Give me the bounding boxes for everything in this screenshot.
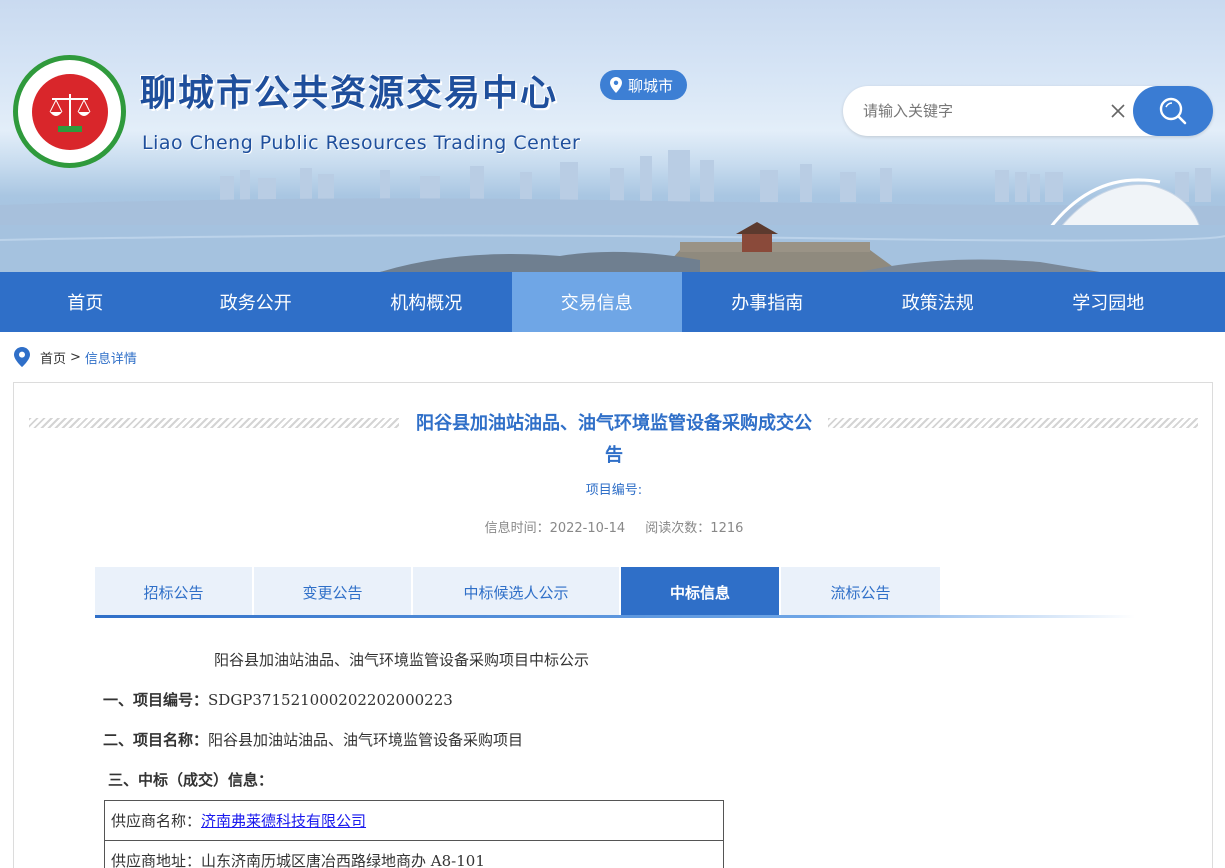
table-cell: 供应商名称：济南弗莱德科技有限公司 xyxy=(104,800,724,841)
info-time: 信息时间：2022-10-14 xyxy=(484,521,626,536)
tab-tender-notice[interactable]: 招标公告 xyxy=(95,567,254,617)
table-cell: 供应商地址：山东济南历城区唐冶西路绿地商办 A8-101 xyxy=(104,840,724,868)
nav-item-trading-info[interactable]: 交易信息 xyxy=(511,272,682,332)
award-info-heading: 三、中标（成交）信息： xyxy=(108,771,274,789)
tab-change-notice[interactable]: 变更公告 xyxy=(254,567,413,617)
scales-emblem-icon xyxy=(31,73,108,150)
header-banner: 聊城市公共资源交易中心 Liao Cheng Public Resources … xyxy=(0,0,1225,272)
search-bar xyxy=(843,86,1213,136)
article-meta: 信息时间：2022-10-14 阅读次数：1216 xyxy=(14,517,1214,536)
content-heading: 阳谷县加油站油品、油气环境监管设备采购项目中标公示 xyxy=(214,651,590,669)
read-count: 阅读次数：1216 xyxy=(645,521,744,536)
supplier-name-label: 供应商名称： xyxy=(111,812,202,830)
project-number-line: 一、项目编号：SDGP371521000202202000223 xyxy=(103,689,453,710)
site-logo[interactable] xyxy=(13,55,126,168)
award-info-table: 供应商名称：济南弗莱德科技有限公司 供应商地址：山东济南历城区唐冶西路绿地商办 … xyxy=(104,800,724,868)
table-row: 供应商名称：济南弗莱德科技有限公司 xyxy=(104,800,724,841)
city-selector[interactable]: 聊城市 xyxy=(600,70,688,100)
tab-award-info[interactable]: 中标信息 xyxy=(621,567,781,617)
article-container: 阳谷县加油站油品、油气环境监管设备采购成交公 告 项目编号: 信息时间：2022… xyxy=(13,382,1213,868)
main-nav: 首页 政务公开 机构概况 交易信息 办事指南 政策法规 学习园地 xyxy=(0,272,1225,332)
nav-item-government-affairs[interactable]: 政务公开 xyxy=(171,272,342,332)
project-name-key: 二、项目名称： xyxy=(103,731,209,749)
search-button[interactable] xyxy=(1133,86,1213,136)
table-row: 供应商地址：山东济南历城区唐冶西路绿地商办 A8-101 xyxy=(104,840,724,868)
breadcrumb-current: 信息详情 xyxy=(84,351,137,367)
nav-item-organization[interactable]: 机构概况 xyxy=(341,272,512,332)
project-number-value: SDGP371521000202202000223 xyxy=(208,691,453,709)
search-input[interactable] xyxy=(863,86,1103,136)
tab-candidate-notice[interactable]: 中标候选人公示 xyxy=(413,567,621,617)
title-stripe-right xyxy=(828,418,1198,428)
search-icon xyxy=(1159,97,1187,125)
city-name: 聊城市 xyxy=(628,76,674,95)
tab-failed-bid[interactable]: 流标公告 xyxy=(781,567,940,617)
supplier-address-label: 供应商地址： xyxy=(111,852,202,868)
supplier-name-link[interactable]: 济南弗莱德科技有限公司 xyxy=(201,812,366,830)
site-subtitle: Liao Cheng Public Resources Trading Cent… xyxy=(142,132,581,154)
location-pin-icon xyxy=(610,77,622,93)
tabs-underline xyxy=(95,615,1135,618)
title-stripe-left xyxy=(29,418,399,428)
article-title: 阳谷县加油站油品、油气环境监管设备采购成交公 告 xyxy=(416,413,812,466)
site-title: 聊城市公共资源交易中心 xyxy=(140,72,559,114)
breadcrumb-separator: > xyxy=(70,349,81,365)
project-number-key: 一、项目编号： xyxy=(103,691,209,709)
nav-item-policies[interactable]: 政策法规 xyxy=(853,272,1024,332)
breadcrumb-home[interactable]: 首页 xyxy=(40,348,66,367)
nav-item-learning[interactable]: 学习园地 xyxy=(1023,272,1194,332)
project-number-label: 项目编号: xyxy=(585,483,643,498)
clear-icon[interactable] xyxy=(1109,102,1127,120)
location-pin-icon xyxy=(14,347,30,367)
nav-item-home[interactable]: 首页 xyxy=(0,272,171,332)
project-name-line: 二、项目名称：阳谷县加油站油品、油气环境监管设备采购项目 xyxy=(103,729,523,750)
supplier-address-value: 山东济南历城区唐冶西路绿地商办 A8-101 xyxy=(201,852,485,868)
nav-item-service-guide[interactable]: 办事指南 xyxy=(682,272,853,332)
project-name-value: 阳谷县加油站油品、油气环境监管设备采购项目 xyxy=(208,731,524,749)
notice-tabs: 招标公告 变更公告 中标候选人公示 中标信息 流标公告 xyxy=(95,567,940,617)
breadcrumb: 首页 > 信息详情 xyxy=(14,346,137,368)
